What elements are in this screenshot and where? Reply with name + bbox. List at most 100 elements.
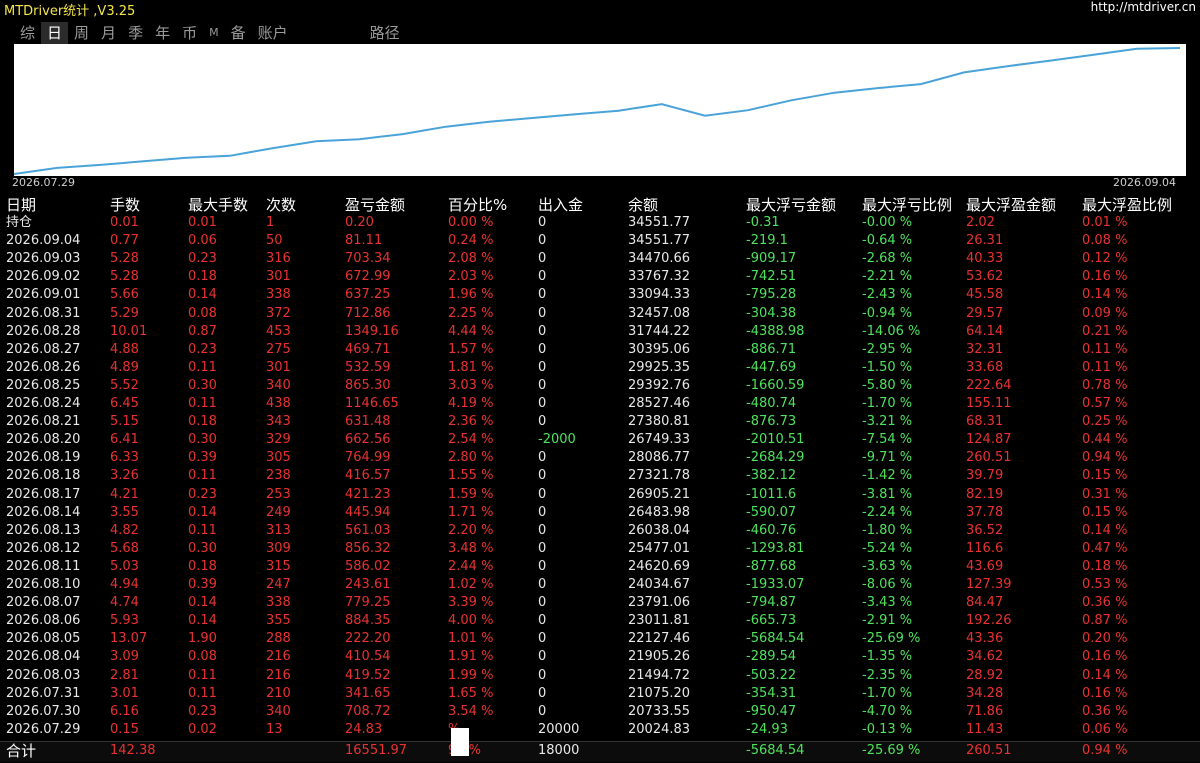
cell-max-float-loss: -480.74 [746, 396, 797, 411]
table-row[interactable]: 2026.09.03 5.28 0.23 316 703.34 2.08 % 0 34470.… [0, 250, 1200, 268]
cell-balance: 33094.33 [628, 287, 691, 303]
cell-date: 2026.08.14 [6, 504, 81, 520]
cell-max-float-profit: 84.47 [966, 595, 1004, 611]
period-tabs: 综 日 周 月 季 年 币 M 备 账户 路径 [14, 22, 406, 44]
tab-m[interactable]: M [203, 22, 225, 44]
cell-max-float-loss: -24.93 [746, 721, 788, 737]
table-row[interactable]: 2026.08.19 6.33 0.39 305 764.99 2.80 % 0 28086.… [0, 449, 1200, 467]
balance-chart [14, 44, 1186, 176]
cell-max-lots: 0.30 [188, 432, 217, 448]
table-row[interactable]: 2026.08.10 4.94 0.39 247 243.61 1.02 % 0 24034.… [0, 576, 1200, 594]
header-pnl[interactable]: 盈亏金额 [345, 194, 405, 216]
header-date[interactable]: 日期 [6, 194, 36, 216]
cell-lots: 2.81 [110, 667, 139, 683]
tab-quarter[interactable]: 季 [122, 22, 149, 44]
table-row[interactable]: 2026.08.07 4.74 0.14 338 779.25 3.39 % 0 23791.… [0, 594, 1200, 612]
cell-balance: 20733.55 [628, 703, 691, 719]
cell-date: 2026.08.06 [6, 613, 81, 629]
cell-max-lots: 0.39 [188, 450, 217, 466]
cell-date: 2026.08.13 [6, 522, 81, 538]
table-row[interactable]: 2026.08.14 3.55 0.14 249 445.94 1.71 % 0 26483.… [0, 504, 1200, 522]
cell-max-float-loss-pct: -1.35 % [862, 649, 913, 665]
position-row[interactable]: 持仓 0.01 0.01 1 0.20 0.00 % 0 34551.77 -0.31 -0.00… [0, 214, 1200, 232]
cell-balance: 26905.21 [628, 486, 691, 502]
header-percent[interactable]: 百分比% [448, 194, 507, 216]
tab-month[interactable]: 月 [95, 22, 122, 44]
total-deposit: 18000 [538, 743, 580, 758]
tab-path[interactable]: 路径 [364, 22, 406, 44]
tab-year[interactable]: 年 [149, 22, 176, 44]
table-row[interactable]: 2026.08.27 4.88 0.23 275 469.71 1.57 % 0 30395.… [0, 341, 1200, 359]
cell-max-lots: 0.23 [188, 341, 217, 357]
cell-pnl: 865.30 [345, 377, 391, 393]
tab-week[interactable]: 周 [68, 22, 95, 44]
cell-max-float-loss: -1933.07 [746, 577, 805, 592]
header-max-float-profit-pct[interactable]: 最大浮盈比例 [1082, 194, 1172, 216]
table-row[interactable]: 2026.08.24 6.45 0.11 438 1146.65 4.19 % 0 28527… [0, 395, 1200, 413]
header-max-lots[interactable]: 最大手数 [188, 194, 248, 216]
table-row[interactable]: 2026.08.03 2.81 0.11 216 419.52 1.99 % 0 21494.… [0, 667, 1200, 685]
table-row[interactable]: 2026.07.290.150.021324.83% 2000020024.83… [0, 721, 1200, 739]
cell-max-float-profit: 68.31 [966, 414, 1004, 430]
cell-count: 275 [266, 341, 291, 357]
table-row[interactable]: 2026.09.02 5.28 0.18 301 672.99 2.03 % 0 33767.… [0, 268, 1200, 286]
table-row[interactable]: 2026.09.04 0.77 0.06 50 81.11 0.24 % 0 34551.77… [0, 232, 1200, 250]
table-row[interactable]: 2026.08.20 6.41 0.30 329 662.56 2.54 % -2000 26… [0, 431, 1200, 449]
cell-pnl: 81.11 [345, 233, 383, 249]
table-row[interactable]: 2026.08.25 5.52 0.30 340 865.30 3.03 % 0 29392.… [0, 377, 1200, 395]
table-row[interactable]: 2026.08.13 4.82 0.11 313 561.03 2.20 % 0 26038.… [0, 522, 1200, 540]
cell-max-float-loss-pct: -0.64 % [862, 233, 913, 249]
table-row[interactable]: 2026.08.06 5.93 0.14 355 884.35 4.00 % 0 23011.… [0, 612, 1200, 630]
cell-balance: 34470.66 [628, 251, 691, 267]
header-max-float-loss[interactable]: 最大浮亏金额 [746, 194, 836, 216]
header-max-float-profit[interactable]: 最大浮盈金额 [966, 194, 1056, 216]
table-row[interactable]: 2026.07.30 6.16 0.23 340 708.72 3.54 % 0 20733.… [0, 703, 1200, 721]
cell-deposit: 0 [538, 558, 547, 574]
header-max-float-loss-pct[interactable]: 最大浮亏比例 [862, 194, 952, 216]
table-row[interactable]: 2026.08.17 4.21 0.23 253 421.23 1.59 % 0 26905.… [0, 486, 1200, 504]
cell-lots: 6.16 [110, 703, 139, 719]
cell-deposit: 0 [538, 468, 547, 484]
cell-max-float-profit-pct: 0.08 % [1082, 233, 1128, 249]
table-row[interactable]: 2026.08.26 4.89 0.11 301 532.59 1.81 % 0 29925.… [0, 359, 1200, 377]
table-row[interactable]: 2026.09.01 5.66 0.14 338 637.25 1.96 % 0 33094.… [0, 286, 1200, 304]
tab-currency[interactable]: 币 [176, 22, 203, 44]
cell-pnl: 532.59 [345, 359, 391, 375]
header-deposit[interactable]: 出入金 [538, 194, 583, 216]
tab-backup[interactable]: 备 [225, 22, 252, 44]
cell-deposit: 0 [538, 522, 547, 538]
tab-day[interactable]: 日 [41, 22, 69, 44]
cell-max-float-loss: -1011.6 [746, 486, 797, 502]
table-row[interactable]: 2026.08.31 5.29 0.08 372 712.86 2.25 % 0 32457.… [0, 305, 1200, 323]
table-row[interactable]: 2026.08.05 13.07 1.90 288 222.20 1.01 % 0 22127… [0, 630, 1200, 648]
table-row[interactable]: 2026.08.11 5.03 0.18 315 586.02 2.44 % 0 24620.… [0, 558, 1200, 576]
table-row[interactable]: 2026.08.18 3.26 0.11 238 416.57 1.55 % 0 27321.… [0, 467, 1200, 485]
cell-pnl: 419.52 [345, 667, 391, 683]
cell-lots: 5.93 [110, 613, 139, 629]
cell-max-float-loss-pct: -5.80 % [862, 377, 913, 393]
cell-max-float-profit-pct: 0.15 % [1082, 504, 1128, 520]
table-row[interactable]: 2026.08.28 10.01 0.87 453 1349.16 4.44 % 0 3174… [0, 323, 1200, 341]
app-url-link[interactable]: http://mtdriver.cn [1091, 0, 1196, 14]
cell-max-float-loss: -590.07 [746, 504, 797, 520]
tab-account[interactable]: 账户 [252, 22, 294, 44]
cell-max-float-loss: -447.69 [746, 359, 797, 375]
cell-max-float-loss: -876.73 [746, 414, 797, 430]
table-row[interactable]: 2026.08.21 5.15 0.18 343 631.48 2.36 % 0 27380.… [0, 413, 1200, 431]
table-row[interactable]: 2026.07.31 3.01 0.11 210 341.65 1.65 % 0 21075.… [0, 685, 1200, 703]
title-bar: MTDriver统计 ,V3.25 http://mtdriver.cn [0, 0, 1200, 20]
header-lots[interactable]: 手数 [110, 194, 140, 216]
cell-balance: 21494.72 [628, 667, 691, 683]
table-row[interactable]: 2026.08.04 3.09 0.08 216 410.54 1.91 % 0 21905.… [0, 648, 1200, 666]
table-row[interactable]: 2026.08.12 5.68 0.30 309 856.32 3.48 % 0 25477.… [0, 540, 1200, 558]
cell-max-float-loss-pct: -4.70 % [862, 703, 913, 719]
header-count[interactable]: 次数 [266, 194, 296, 216]
cell-deposit: 0 [538, 396, 547, 411]
balance-chart-svg [14, 47, 1181, 175]
cell-max-lots: 0.11 [188, 667, 217, 683]
cell-max-float-profit: 192.26 [966, 613, 1012, 629]
tab-summary[interactable]: 综 [14, 22, 41, 44]
header-balance[interactable]: 余额 [628, 194, 658, 216]
chart-end-date: 2026.09.04 [1113, 176, 1176, 189]
app-title: MTDriver统计 ,V3.25 [4, 4, 136, 19]
